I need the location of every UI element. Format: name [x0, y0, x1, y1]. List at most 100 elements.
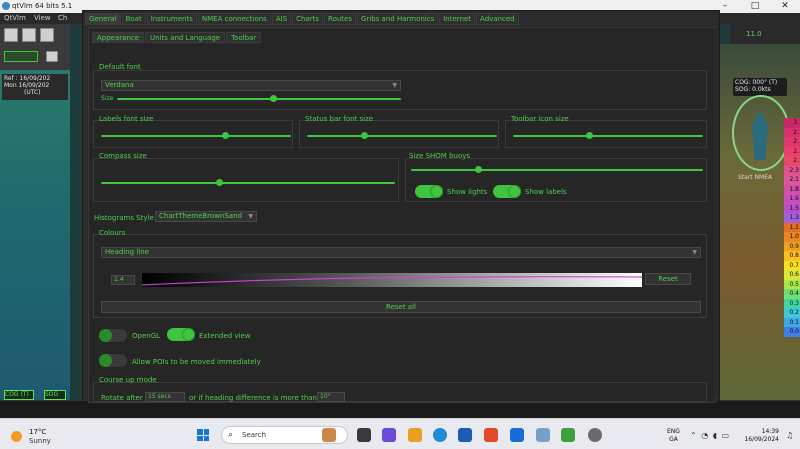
color-scale-bar: 3. 2. 2. 2. 2. 2.3 2.1 1.8 1.6 1.5 1.3 1.1 1.0 0.9 0.8…: [784, 118, 800, 348]
reset-all-colours-button[interactable]: Reset all: [101, 301, 701, 313]
labels-font-size-slider[interactable]: [101, 132, 291, 140]
info-ref: Ref : 16/09/202: [4, 75, 51, 82]
scale-value: 2.3: [784, 165, 800, 175]
toolbar-lock-icon[interactable]: [46, 51, 58, 62]
tab-internet[interactable]: Internet: [439, 13, 476, 25]
shom-buoys-size-slider[interactable]: [411, 166, 703, 174]
start-nmea-label[interactable]: Start NMEA: [738, 174, 772, 181]
heading-difference-label: or if heading difference is more than: [189, 394, 317, 402]
outlook-icon[interactable]: [510, 428, 524, 442]
scale-value: 3.: [784, 118, 800, 128]
cog-info: COG: 000° (T): [735, 79, 778, 86]
task-view-icon[interactable]: [357, 428, 371, 442]
opengl-toggle[interactable]: [99, 329, 127, 342]
close-button[interactable]: ✕: [770, 0, 800, 13]
histograms-style-combo[interactable]: ChartThemeBrownSand ▼: [155, 211, 257, 222]
font-size-label: Size: [101, 95, 114, 102]
default-font-size-slider[interactable]: [117, 95, 401, 103]
show-labels-toggle[interactable]: [493, 185, 521, 198]
scale-value: 0.5: [784, 279, 800, 289]
status-bar-font-size-slider[interactable]: [307, 132, 497, 140]
scale-value: 1.8: [784, 184, 800, 194]
photos-icon[interactable]: [536, 428, 550, 442]
cog-sog-info: COG: 000° (T) SOG: 0.0kts: [733, 78, 787, 96]
dialog-scrollbar[interactable]: [715, 28, 719, 398]
speed-value: 11.0: [746, 30, 762, 38]
colour-item-value: Heading line: [105, 248, 149, 256]
colour-item-combo[interactable]: Heading line ▼: [101, 247, 701, 258]
rotate-secs-spinbox[interactable]: 15 secs: [145, 392, 185, 402]
info-mon: Mon 16/09/202: [4, 82, 50, 89]
colour-gradient-preview[interactable]: [142, 273, 642, 287]
left-toolbar: [0, 24, 70, 70]
subtab-toolbar[interactable]: Toolbar: [226, 32, 262, 43]
lang-bottom: GA: [669, 436, 678, 443]
heading-degree-spinbox[interactable]: 10°: [317, 392, 345, 402]
sog-info: SOG: 0.0kts: [735, 86, 771, 93]
status-bar-font-size-label: Status bar font size: [305, 115, 374, 123]
reset-colour-button[interactable]: Reset: [645, 273, 691, 285]
search-label: Search: [242, 431, 267, 439]
kangaroo-icon[interactable]: [322, 428, 336, 442]
maximize-button[interactable]: □: [740, 0, 770, 13]
qtvlm-taskbar-icon[interactable]: [561, 428, 575, 442]
course-up-group: [93, 382, 707, 402]
scale-value: 2.: [784, 137, 800, 147]
scale-value: 1.1: [784, 222, 800, 232]
chevron-down-icon: ▼: [248, 213, 253, 220]
tab-advanced[interactable]: Advanced: [476, 13, 519, 25]
window-title: qtVlm 64 bits 5.1: [12, 2, 73, 10]
extended-view-toggle[interactable]: [167, 328, 195, 341]
date-info-box: Ref : 16/09/202 Mon 16/09/202 (UTC): [2, 74, 68, 100]
tab-instruments[interactable]: Instruments: [146, 13, 197, 25]
file-explorer-icon[interactable]: [408, 428, 422, 442]
shom-buoys-label: Size SHOM buoys: [409, 152, 471, 160]
weather-condition[interactable]: Sunny: [29, 437, 51, 445]
tab-routes[interactable]: Routes: [324, 13, 356, 25]
tray-wifi-volume-battery-icons[interactable]: ⌃ ◔ ◖ ▭: [690, 431, 730, 440]
sun-icon[interactable]: [11, 431, 22, 442]
weather-temperature[interactable]: 17°C: [29, 428, 46, 436]
show-lights-label: Show lights: [447, 188, 488, 196]
toolbar-button-3[interactable]: [40, 28, 54, 42]
windows-start-icon[interactable]: [197, 429, 209, 441]
clock-time: 14:39: [761, 428, 779, 435]
menu-view[interactable]: View: [34, 14, 51, 22]
compass-size-slider[interactable]: [101, 179, 395, 187]
tab-nmea-connections[interactable]: NMEA connections: [197, 13, 271, 25]
subtab-units-and-language[interactable]: Units and Language: [145, 32, 226, 43]
tab-gribs-and-harmonics[interactable]: Gribs and Harmonics: [356, 13, 439, 25]
scale-value: 2.: [784, 127, 800, 137]
brave-icon[interactable]: [484, 428, 498, 442]
language-indicator[interactable]: ENG GA: [667, 428, 680, 444]
default-font-combo[interactable]: Verdana ▼: [101, 80, 401, 91]
app-icon: [2, 2, 10, 10]
toolbar-icon-size-slider[interactable]: [513, 132, 703, 140]
copilot-icon[interactable]: [382, 428, 396, 442]
toolbar-combo[interactable]: [4, 51, 38, 62]
tab-boat[interactable]: Boat: [121, 13, 146, 25]
edge-icon[interactable]: [433, 428, 447, 442]
toolbar-button-1[interactable]: [4, 28, 18, 42]
tab-general[interactable]: General: [85, 13, 121, 25]
allow-pois-toggle[interactable]: [99, 354, 127, 367]
search-icon: ⌕: [228, 430, 234, 440]
map-view-left[interactable]: [0, 70, 70, 400]
labels-font-size-label: Labels font size: [99, 115, 154, 123]
scale-value: 0.9: [784, 241, 800, 251]
line-width-spinbox[interactable]: 1.4: [111, 275, 135, 285]
store-icon[interactable]: [458, 428, 472, 442]
subtab-appearance[interactable]: Appearance: [92, 32, 145, 43]
scale-value: 0.4: [784, 289, 800, 299]
notification-bell-icon[interactable]: ♫: [786, 431, 793, 440]
toolbar-button-2[interactable]: [22, 28, 36, 42]
menu-qtvlm[interactable]: QtVlm: [4, 14, 26, 22]
menu-charts[interactable]: Ch: [58, 14, 67, 22]
tab-ais[interactable]: AIS: [271, 13, 292, 25]
scale-value: 0.3: [784, 298, 800, 308]
show-lights-toggle[interactable]: [415, 185, 443, 198]
tab-charts[interactable]: Charts: [292, 13, 324, 25]
lang-top: ENG: [667, 428, 680, 435]
taskbar-clock[interactable]: 14:39 16/09/2024: [737, 428, 779, 444]
settings-gear-icon[interactable]: [588, 428, 602, 442]
